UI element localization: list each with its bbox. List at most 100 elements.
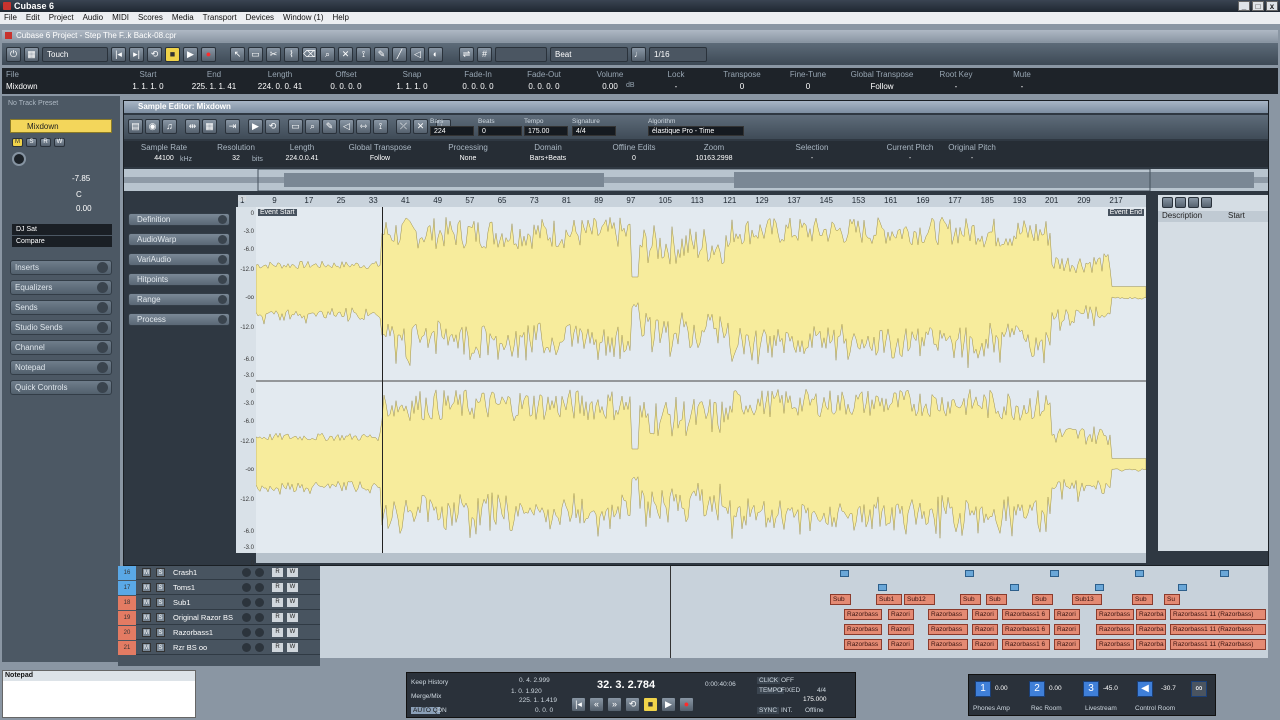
editor-section-icon[interactable] [218, 295, 227, 304]
maximize-button[interactable]: □ [1252, 1, 1264, 11]
solo-button[interactable]: S [26, 138, 37, 147]
right-locator-secondary[interactable]: 0. 0. 0 [535, 707, 553, 714]
inspector-section-equalizers[interactable]: Equalizers [10, 280, 112, 295]
menu-item-project[interactable]: Project [49, 12, 74, 24]
editor-field-value[interactable]: 0 [478, 126, 522, 136]
compare-slot[interactable]: Compare [12, 236, 112, 247]
left-locator-secondary[interactable]: 1. 0. 1.920 [511, 688, 542, 695]
grid-icon[interactable]: ▦ [202, 119, 217, 134]
inspector-section-sends[interactable]: Sends [10, 300, 112, 315]
drum-event[interactable] [878, 584, 887, 591]
info-col-value[interactable]: Follow [842, 82, 922, 91]
speaker-icon[interactable] [255, 643, 264, 652]
transport-rewind[interactable]: « [589, 697, 604, 712]
section-expand-icon[interactable] [97, 262, 108, 273]
audition-icon[interactable]: ♫ [162, 119, 177, 134]
zoom-tool-icon[interactable]: ⌕ [320, 46, 335, 62]
scrub-tool-icon[interactable]: ⇿ [356, 119, 371, 134]
track-name[interactable]: Toms1 [173, 581, 195, 595]
editor-play-tool-icon[interactable]: ◁ [339, 119, 354, 134]
editor-field-value[interactable]: 4/4 [572, 126, 616, 136]
editor-section-icon[interactable] [218, 235, 227, 244]
description-column[interactable]: Description [1162, 211, 1202, 220]
write-button[interactable]: W [287, 568, 298, 577]
list-up-icon[interactable] [1188, 197, 1199, 208]
editor-section-audiowarp[interactable]: AudioWarp [128, 233, 230, 246]
razor-clip[interactable]: Razori [972, 639, 998, 650]
section-expand-icon[interactable] [97, 282, 108, 293]
razor-clip[interactable]: Razori [888, 624, 914, 635]
list-down-icon[interactable] [1201, 197, 1212, 208]
drum-event[interactable] [1010, 584, 1019, 591]
info-col-value[interactable]: - [982, 82, 1062, 91]
snap-grid-icon[interactable]: # [477, 46, 492, 62]
editor-info-value[interactable]: None [428, 155, 508, 162]
drum-event[interactable] [1178, 584, 1187, 591]
transport-record[interactable]: ● [679, 697, 694, 712]
read-button[interactable]: R [272, 628, 283, 637]
control-room-level[interactable]: 0.00 [995, 685, 1008, 692]
warp-samples-icon[interactable]: ⤫ [396, 119, 411, 134]
menu-item-file[interactable]: File [4, 12, 17, 24]
razor-clip[interactable]: Razorbass [844, 639, 882, 650]
control-room-source-button[interactable]: 3 [1083, 681, 1099, 697]
sub-clip[interactable]: Sub12 [904, 594, 935, 605]
read-button[interactable]: R [272, 568, 283, 577]
razor-clip[interactable]: Razorbass1 11 (Razorbass) [1170, 624, 1266, 635]
editor-section-definition[interactable]: Definition [128, 213, 230, 226]
mute-button[interactable]: M [142, 598, 151, 607]
section-expand-icon[interactable] [97, 302, 108, 313]
quantize-mode-dropdown[interactable]: Beat [550, 46, 628, 62]
minimize-button[interactable]: _ [1238, 1, 1250, 11]
control-room-source-button[interactable]: 2 [1029, 681, 1045, 697]
table-row[interactable]: 20 M S Razorbass1 R W [118, 626, 320, 640]
close-button[interactable]: x [1266, 1, 1278, 11]
sub-clip[interactable]: Sub [830, 594, 851, 605]
editor-loop-button[interactable]: ⟲ [265, 119, 280, 134]
sub-clip[interactable]: Sub [1032, 594, 1053, 605]
write-button[interactable]: W [287, 643, 298, 652]
razor-clip[interactable]: Razorbass [928, 609, 968, 620]
auto-scroll-button[interactable]: ⇥ [225, 119, 240, 134]
grid-type-dropdown[interactable] [495, 46, 547, 62]
start-column[interactable]: Start [1228, 211, 1245, 220]
table-row[interactable]: 21 M S Rzr BS oo R W [118, 641, 320, 655]
razor-clip[interactable]: Razorbass1 6 [1002, 639, 1050, 650]
goto-prev-marker-button[interactable]: |◂ [111, 46, 126, 62]
mute-button[interactable]: M [142, 568, 151, 577]
menu-item-media[interactable]: Media [172, 12, 194, 24]
show-info-button[interactable]: ▤ [128, 119, 143, 134]
automation-mode-dropdown[interactable]: Touch [42, 46, 108, 62]
dj-sat-slot[interactable]: DJ Sat [12, 224, 112, 235]
razor-clip[interactable]: Razori [888, 639, 914, 650]
razor-clip[interactable]: Razorbass [1096, 624, 1134, 635]
menu-item-scores[interactable]: Scores [138, 12, 163, 24]
cycle-button[interactable]: ⟲ [147, 46, 162, 62]
solo-button[interactable]: S [156, 568, 165, 577]
line-tool-icon[interactable]: ╱ [392, 46, 407, 62]
table-row[interactable]: 17 M S Toms1 R W [118, 581, 320, 595]
erase-tool-icon[interactable]: ⌫ [302, 46, 317, 62]
mute-button[interactable]: M [142, 643, 151, 652]
sub-clip[interactable]: Sub [1132, 594, 1153, 605]
razor-clip[interactable]: Razori [1054, 624, 1080, 635]
monitor-icon[interactable] [242, 583, 251, 592]
drum-event[interactable] [965, 570, 974, 577]
table-row[interactable]: 19 M S Original Razor BS R W [118, 611, 320, 625]
volume-value[interactable]: -7.85 [72, 174, 90, 183]
razor-clip[interactable]: Razori [1054, 639, 1080, 650]
section-expand-icon[interactable] [97, 322, 108, 333]
razor-clip[interactable]: Razorbass1 6 [1002, 624, 1050, 635]
track-name[interactable]: Rzr BS oo [173, 641, 207, 655]
section-expand-icon[interactable] [97, 342, 108, 353]
pan-value[interactable]: C [76, 190, 82, 199]
editor-field-value[interactable]: élastique Pro - Time [648, 126, 744, 136]
range-select-tool-icon[interactable]: ▭ [288, 119, 303, 134]
record-enable-button[interactable] [12, 152, 26, 166]
speaker-icon[interactable] [255, 613, 264, 622]
solo-button[interactable]: S [156, 583, 165, 592]
solo-button[interactable]: S [156, 628, 165, 637]
editor-section-hitpoints[interactable]: Hitpoints [128, 273, 230, 286]
razor-clip[interactable]: Razorbass [844, 609, 882, 620]
goto-next-marker-button[interactable]: ▸| [129, 46, 144, 62]
